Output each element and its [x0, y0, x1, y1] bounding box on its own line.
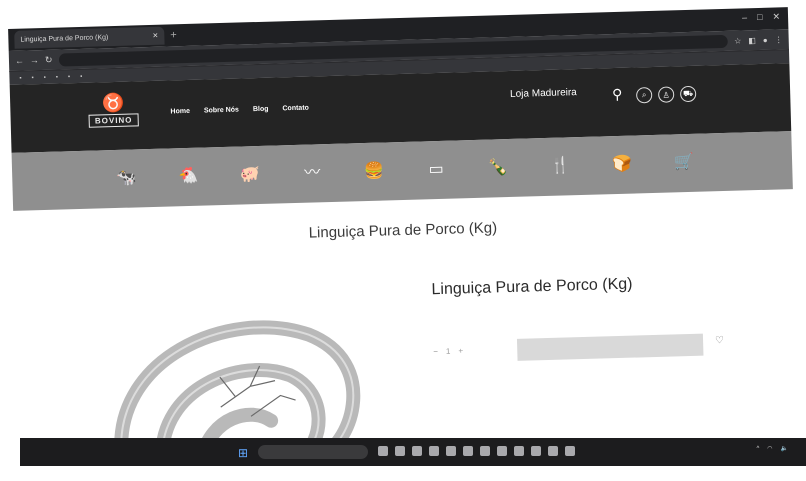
bookmark-item[interactable]: ▪ — [44, 74, 46, 80]
maximize-icon[interactable]: □ — [757, 12, 763, 23]
store-selector[interactable]: Loja Madureira — [510, 87, 577, 100]
forward-icon[interactable]: → — [30, 55, 39, 65]
user-icon[interactable]: ♙ — [657, 86, 675, 103]
photographed-screen: Linguiça Pura de Porco (Kg) ✕ + – □ ✕ ← … — [0, 0, 806, 481]
heart-icon[interactable]: ♡ — [715, 335, 724, 346]
bookmark-item[interactable]: ▪ — [80, 73, 82, 79]
category-sausages[interactable]: 〰 — [288, 163, 337, 184]
volume-icon[interactable]: 🔈 — [781, 445, 788, 452]
main-nav: Home Sobre Nós Blog Contato — [170, 105, 309, 116]
category-pork[interactable]: 🐖 — [226, 165, 275, 186]
browser-toolbar-icons: ☆ ◧ ● ⋮ — [734, 35, 783, 45]
sausage-icon: 〰 — [303, 164, 321, 182]
nav-link-home[interactable]: Home — [170, 108, 190, 116]
menu-icon[interactable]: ⋮ — [775, 35, 783, 44]
grocery-icon: 🛒 — [673, 153, 695, 172]
site-logo[interactable]: ♉ BOVINO — [88, 91, 139, 140]
app-icon[interactable] — [514, 446, 524, 456]
bottle-icon: 🍾 — [487, 159, 509, 177]
nav-link-contact[interactable]: Contato — [282, 105, 309, 113]
bookmark-item[interactable]: ▪ — [19, 75, 21, 81]
category-burgers[interactable]: 🍔 — [350, 161, 399, 182]
chevron-up-icon[interactable]: ^ — [756, 446, 759, 452]
header-actions: ⌕ ♙ ⛟ — [635, 85, 697, 104]
minus-icon[interactable]: − — [433, 347, 438, 356]
browser-tab-title: Linguiça Pura de Porco (Kg) — [20, 33, 109, 44]
bookmark-item[interactable]: ▪ — [32, 75, 34, 81]
location-pin-icon[interactable]: ⚲ — [612, 86, 623, 103]
app-icon[interactable] — [395, 446, 405, 456]
app-icon[interactable] — [548, 446, 558, 456]
product-title: Linguiça Pura de Porco (Kg) — [431, 275, 633, 299]
pig-icon: 🐖 — [240, 165, 261, 184]
grill-tools-icon: 🍴 — [549, 157, 571, 175]
app-icon[interactable] — [412, 446, 422, 456]
chicken-icon: 🐔 — [178, 167, 199, 186]
back-icon[interactable]: ← — [15, 56, 24, 66]
star-icon[interactable]: ☆ — [734, 36, 741, 45]
app-icon[interactable] — [497, 446, 507, 456]
close-icon[interactable]: ✕ — [152, 32, 158, 40]
search-icon[interactable]: ⌕ — [635, 86, 653, 104]
box-icon: ▭ — [428, 160, 444, 179]
nav-link-about[interactable]: Sobre Nós — [204, 107, 239, 115]
quantity-stepper[interactable]: − 1 + — [433, 346, 463, 356]
minimize-icon[interactable]: – — [742, 12, 747, 23]
new-tab-icon[interactable]: + — [170, 29, 177, 41]
wifi-icon[interactable]: ◠ — [767, 445, 772, 452]
app-icon[interactable] — [378, 446, 388, 456]
taskbar-apps — [378, 446, 575, 456]
cart-icon[interactable]: ⛟ — [679, 85, 697, 103]
quantity-value[interactable]: 1 — [446, 347, 451, 356]
category-bakery[interactable]: 🍞 — [598, 154, 647, 175]
cow-icon: 🐄 — [116, 169, 137, 187]
app-icon[interactable] — [480, 446, 490, 456]
category-beef[interactable]: 🐄 — [102, 168, 151, 189]
store-name: Loja Madureira — [509, 87, 577, 100]
product-image[interactable] — [98, 292, 422, 461]
taskbar-search-input[interactable] — [258, 445, 368, 459]
category-chicken[interactable]: 🐔 — [164, 166, 213, 187]
plus-icon[interactable]: + — [458, 346, 463, 355]
bull-icon: ♉ — [101, 92, 125, 114]
category-kits[interactable]: ▭ — [412, 159, 461, 180]
app-icon[interactable] — [463, 446, 473, 456]
category-drinks[interactable]: 🍾 — [474, 158, 523, 179]
brand-name: BOVINO — [88, 113, 139, 128]
extensions-icon[interactable]: ◧ — [748, 36, 756, 45]
profile-icon[interactable]: ● — [763, 35, 768, 44]
bookmark-item[interactable]: ▪ — [68, 74, 70, 80]
app-icon[interactable] — [531, 446, 541, 456]
window-controls: – □ ✕ — [742, 11, 780, 23]
system-tray: ^ ◠ 🔈 — [756, 445, 796, 453]
app-icon[interactable] — [429, 446, 439, 456]
windows-start-icon[interactable]: ⊞ — [238, 446, 248, 460]
add-to-cart-button[interactable] — [516, 333, 704, 361]
close-window-icon[interactable]: ✕ — [772, 11, 780, 22]
category-accessories[interactable]: 🍴 — [536, 156, 585, 177]
bookmark-item[interactable]: ▪ — [56, 74, 58, 80]
app-icon[interactable] — [565, 446, 575, 456]
nav-link-blog[interactable]: Blog — [253, 106, 269, 113]
category-others[interactable]: 🛒 — [660, 152, 709, 173]
browser-tab[interactable]: Linguiça Pura de Porco (Kg) ✕ — [14, 26, 165, 49]
burger-icon: 🍔 — [364, 162, 385, 181]
app-icon[interactable] — [446, 446, 456, 456]
windows-taskbar: ⊞ ^ ◠ 🔈 — [20, 438, 806, 466]
reload-icon[interactable]: ↻ — [45, 54, 53, 65]
page-title: Linguiça Pura de Porco (Kg) — [308, 219, 498, 242]
bread-icon: 🍞 — [611, 155, 633, 174]
